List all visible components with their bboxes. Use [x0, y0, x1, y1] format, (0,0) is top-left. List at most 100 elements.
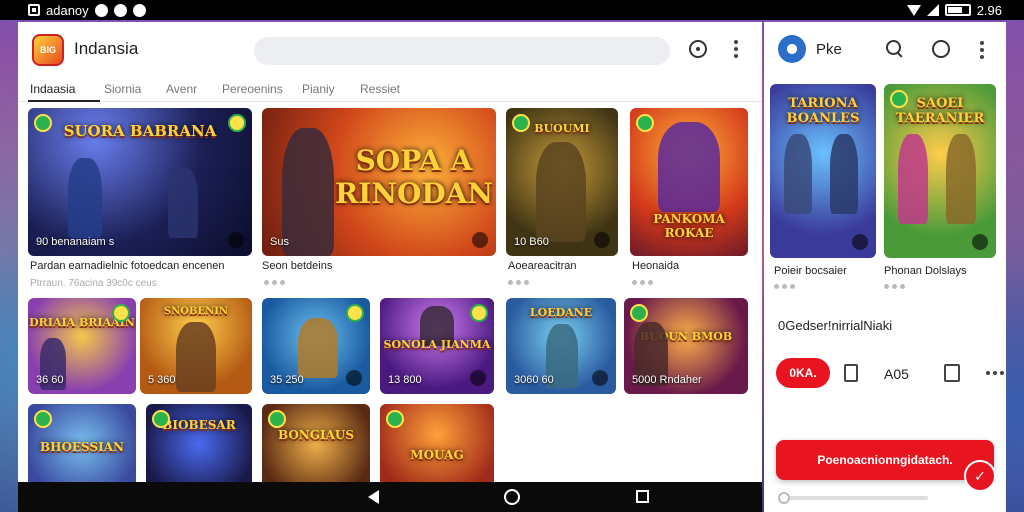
play-icon[interactable]: [346, 370, 362, 386]
recent-apps-icon[interactable]: [636, 490, 649, 503]
award-badge-icon: [346, 304, 364, 322]
featured-card[interactable]: BUOUMI 10 B60: [506, 108, 618, 256]
side-game-card[interactable]: SAOEI TAERANIER: [884, 84, 996, 258]
card-art-title: SUORA BABRANA: [63, 122, 217, 140]
award-badge-icon: [112, 304, 130, 322]
game-card[interactable]: SONOLA JIANMA 13 800: [380, 298, 494, 394]
verified-badge-icon: [636, 114, 654, 132]
side-panel: Pke TARIONA BOANLES SAOEI TAERANIER Poie…: [764, 22, 1006, 512]
character-art: [946, 134, 976, 224]
verified-badge-icon: [630, 304, 648, 322]
tab-siornia[interactable]: Siornia: [104, 82, 141, 96]
award-badge-icon: [228, 114, 246, 132]
play-icon[interactable]: [228, 232, 244, 248]
chat-icon[interactable]: [932, 40, 950, 58]
chat-button[interactable]: [686, 37, 710, 61]
notification-icon: [28, 4, 40, 16]
play-icon[interactable]: [852, 234, 868, 250]
more-horizontal-icon[interactable]: [986, 371, 1004, 375]
verified-badge-icon: [386, 410, 404, 428]
video-icon: [132, 3, 146, 17]
play-icon[interactable]: [594, 232, 610, 248]
game-card[interactable]: DRIAIA BRIAAIN 36 60: [28, 298, 136, 394]
play-icon[interactable]: [972, 234, 988, 250]
tab-avenr[interactable]: Avenr: [166, 82, 197, 96]
verified-badge-icon: [152, 410, 170, 428]
tab-pereoenins[interactable]: Pereoenins: [222, 82, 283, 96]
floating-action-button[interactable]: ✓: [964, 460, 996, 492]
battery-icon: [944, 4, 971, 16]
wifi-icon: [906, 4, 921, 16]
more-vertical-icon[interactable]: [980, 41, 984, 59]
card-caption: Seon betdeins: [262, 260, 333, 272]
side-game-card[interactable]: TARIONA BOANLES: [770, 84, 876, 258]
game-card[interactable]: BUOUN BMOB 5000 Rndaher: [624, 298, 748, 394]
featured-card[interactable]: PANKOMA ROKAE: [630, 108, 748, 256]
card-caption: Phonan Dolslays: [884, 265, 967, 277]
more-vertical-icon: [734, 40, 738, 58]
character-art: [658, 122, 720, 212]
card-art-title: BONGIAUS: [277, 428, 355, 442]
game-card[interactable]: 35 250: [262, 298, 370, 394]
home-icon[interactable]: [504, 489, 520, 505]
card-subcaption: Ptrraun. 76acina 39c0c ceus: [30, 278, 157, 289]
side-title: Pke: [816, 41, 842, 58]
card-label: 10 B60: [514, 236, 549, 248]
card-label: 36 60: [36, 374, 64, 386]
app-logo[interactable]: BIG: [32, 34, 64, 66]
card-caption: Pardan earnadielnic fotoedcan encenen: [30, 260, 225, 272]
verified-badge-icon: [268, 410, 286, 428]
tab-ressiet[interactable]: Ressiet: [360, 82, 400, 96]
rating-dots: [774, 284, 795, 289]
tab-pianiy[interactable]: Pianiy: [302, 82, 335, 96]
rating-dots: [508, 280, 529, 285]
chat-icon: [689, 40, 707, 58]
card-label: 5 360: [148, 374, 176, 386]
character-art: [68, 158, 102, 238]
tab-indaasia[interactable]: Indaasia: [30, 82, 75, 96]
verified-badge-icon: [34, 410, 52, 428]
card-caption: Heonaida: [632, 260, 680, 272]
document-icon[interactable]: [844, 364, 858, 382]
card-label: 90 benanaiam s: [36, 236, 115, 248]
featured-card[interactable]: SUORA BABRANA 90 benanaiam s: [28, 108, 252, 256]
game-card[interactable]: SNOBENIN 5 360: [140, 298, 252, 394]
game-card[interactable]: LOEDANE 3060 60: [506, 298, 616, 394]
slider-handle[interactable]: [778, 492, 790, 504]
card-art-title: SONOLA JIANMA: [383, 338, 491, 351]
top-app-bar: BIG Indansia: [18, 22, 762, 76]
active-tab-indicator: [28, 100, 100, 102]
card-caption: Poieir bocsaier: [774, 265, 847, 277]
card-caption: Aoeareacitran: [508, 260, 577, 272]
chat-notification-icon: [113, 3, 127, 17]
search-input[interactable]: [254, 37, 670, 65]
card-art-title: SOPA A RINODAN: [335, 144, 493, 210]
featured-card[interactable]: SOPA A RINODAN Sus: [262, 108, 496, 256]
status-bar: adanoy 2.96: [0, 0, 1024, 20]
back-icon[interactable]: [368, 490, 379, 504]
card-label: 5000 Rndaher: [632, 374, 702, 386]
main-panel: BIG Indansia Indaasia Siornia Avenr Pere…: [18, 22, 762, 512]
side-label: A05: [884, 366, 909, 382]
verified-badge-icon: [890, 90, 908, 108]
search-icon[interactable]: [886, 40, 904, 58]
play-icon[interactable]: [592, 370, 608, 386]
status-app-label: adanoy: [46, 2, 89, 18]
card-label: 13 800: [388, 374, 422, 386]
clipboard-icon[interactable]: [944, 364, 960, 382]
primary-action-button[interactable]: Poenoacnionngidatach.: [776, 440, 994, 480]
play-icon[interactable]: [470, 370, 486, 386]
character-art: [168, 168, 198, 238]
rating-dots: [884, 284, 905, 289]
section-heading: 0Gedser!nirrialNiaki: [778, 318, 893, 333]
card-art-title: SNOBENIN: [163, 306, 229, 317]
ok-button[interactable]: 0KA.: [776, 358, 830, 388]
rating-dots: [632, 280, 653, 285]
signal-icon: [926, 4, 939, 16]
character-art: [784, 134, 812, 214]
side-app-logo[interactable]: [778, 35, 806, 63]
overflow-menu-button[interactable]: [724, 37, 748, 61]
character-art: [830, 134, 858, 214]
play-icon[interactable]: [472, 232, 488, 248]
award-badge-icon: [470, 304, 488, 322]
